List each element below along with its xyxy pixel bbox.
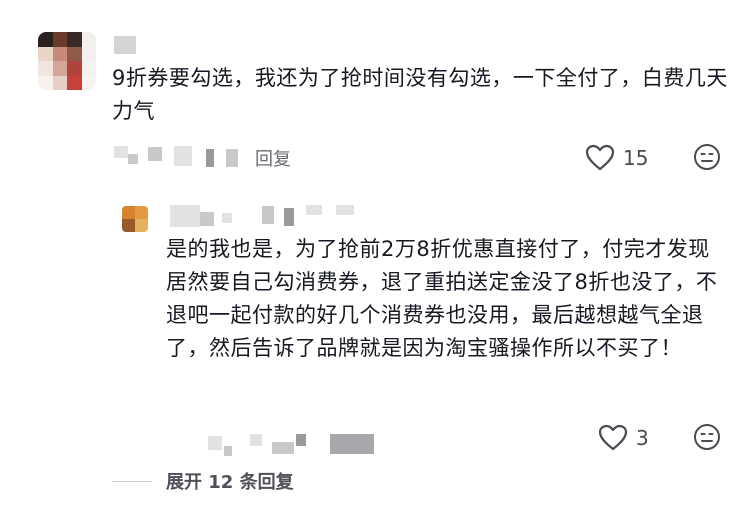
commenter-username[interactable] <box>114 36 136 54</box>
comment-emoji-button[interactable] <box>693 143 721 175</box>
comment-like-count: 15 <box>623 145 649 170</box>
comment-text: 9折券要勾选，我还为了抢时间没有勾选，一下全付了，白费几天力气 <box>112 66 728 123</box>
emoji-icon <box>694 424 720 450</box>
reply-like-count: 3 <box>636 425 649 450</box>
reply-button[interactable]: 回复 <box>255 145 291 171</box>
comment-like-button[interactable]: 15 <box>585 144 648 171</box>
expand-divider <box>112 481 152 482</box>
heart-outline-icon <box>585 144 615 171</box>
expand-replies-button[interactable]: 展开 12 条回复 <box>166 468 294 494</box>
reply-emoji-button[interactable] <box>693 423 721 455</box>
commenter-avatar[interactable] <box>38 32 96 90</box>
reply-text: 是的我也是，为了抢前2万8折优惠直接付了，付完才发现居然要自己勾消费券，退了重拍… <box>166 237 718 360</box>
replier-avatar[interactable] <box>122 206 148 232</box>
reply-like-button[interactable]: 3 <box>598 424 649 451</box>
heart-outline-icon <box>598 424 628 451</box>
emoji-icon <box>694 144 720 170</box>
